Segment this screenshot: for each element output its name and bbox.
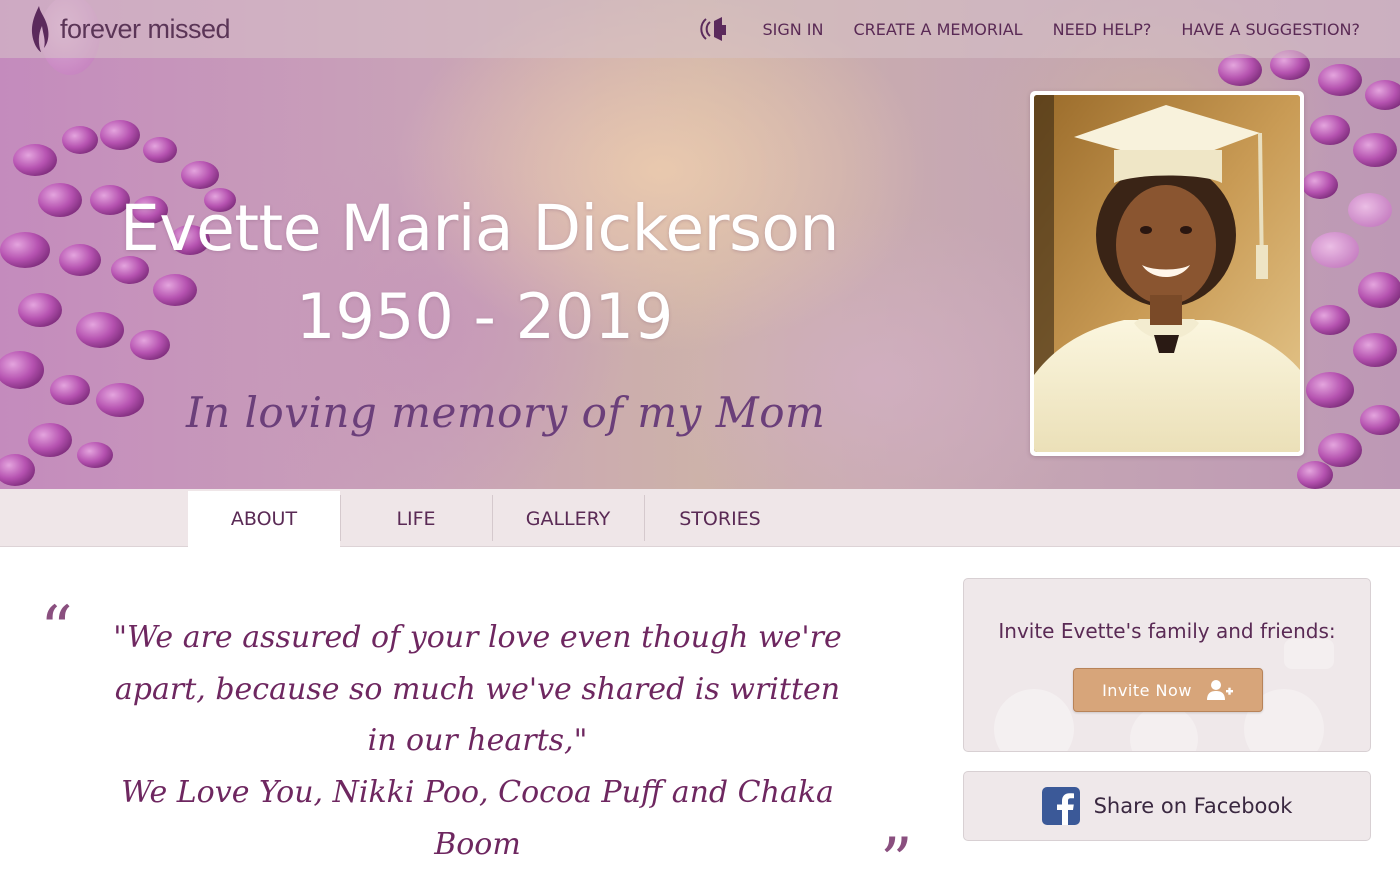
open-quote-mark: “: [40, 593, 73, 667]
invite-now-button[interactable]: Invite Now: [1073, 668, 1263, 712]
nav-suggestion[interactable]: HAVE A SUGGESTION?: [1181, 20, 1360, 39]
memorial-tagline: In loving memory of my Mom: [186, 388, 826, 437]
quote-signature: We Love You, Nikki Poo, Cocoa Puff and C…: [121, 775, 834, 862]
memorial-portrait[interactable]: [1030, 91, 1304, 456]
close-quote-mark: ”: [880, 825, 913, 889]
facebook-icon: [1041, 787, 1080, 825]
nav-need-help[interactable]: NEED HELP?: [1053, 20, 1152, 39]
logo-text: forever missed: [60, 13, 231, 44]
tab-stories[interactable]: STORIES: [644, 491, 796, 547]
portrait-photo: [1034, 95, 1300, 452]
share-on-facebook-button[interactable]: Share on Facebook: [963, 771, 1371, 841]
memorial-dates: 1950 - 2019: [296, 280, 674, 353]
invite-background-decoration: [994, 639, 1334, 751]
tab-life[interactable]: LIFE: [340, 491, 492, 547]
invite-button-label: Invite Now: [1102, 680, 1192, 700]
speaker-icon[interactable]: [700, 13, 732, 45]
memorial-hero: forever missed SIGN IN CREATE A MEMORIAL…: [0, 0, 1400, 489]
nav-create-memorial[interactable]: CREATE A MEMORIAL: [853, 20, 1022, 39]
invite-panel: Invite Evette's family and friends: Invi…: [963, 578, 1371, 752]
memorial-tabs: ABOUT LIFE GALLERY STORIES: [0, 489, 1400, 547]
flame-logo-icon: [31, 6, 49, 52]
nav-sign-in[interactable]: SIGN IN: [762, 20, 823, 39]
main-nav: SIGN IN CREATE A MEMORIAL NEED HELP? HAV…: [700, 0, 1360, 58]
facebook-share-label: Share on Facebook: [1093, 794, 1293, 818]
memorial-name: Evette Maria Dickerson: [120, 192, 839, 265]
graduation-portrait-image: [1034, 95, 1300, 452]
tab-about[interactable]: ABOUT: [188, 491, 340, 547]
add-user-icon: [1206, 680, 1233, 700]
invite-label: Invite Evette's family and friends:: [998, 619, 1336, 643]
memorial-quote: "We are assured of your love even though…: [113, 620, 842, 758]
top-navigation-bar: forever missed SIGN IN CREATE A MEMORIAL…: [0, 0, 1400, 58]
forever-missed-logo[interactable]: forever missed: [28, 4, 231, 54]
tab-gallery[interactable]: GALLERY: [492, 491, 644, 547]
